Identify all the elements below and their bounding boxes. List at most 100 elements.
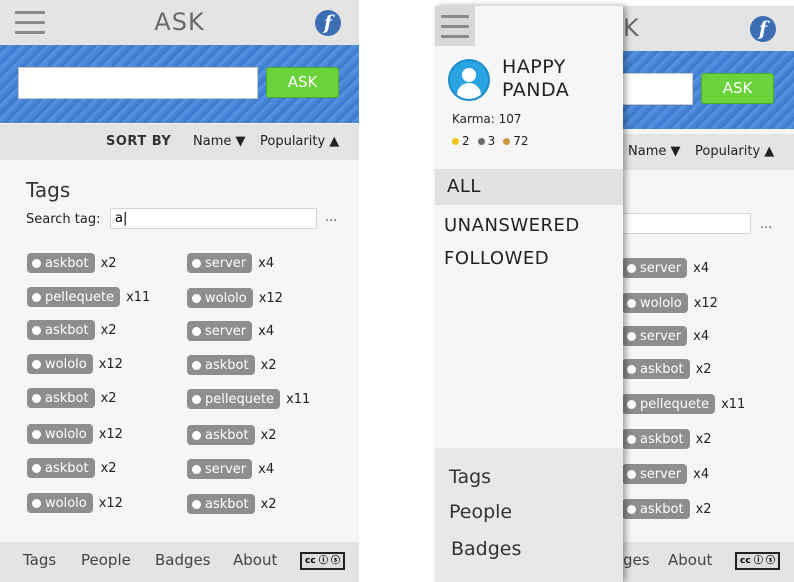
drawer-badges-link[interactable]: Badges (451, 538, 521, 560)
tag-name: askbot (45, 255, 89, 271)
sort-label: SORT BY (106, 134, 172, 149)
tag-chip[interactable]: pellequete (27, 287, 121, 307)
drawer-tags-link[interactable]: Tags (449, 466, 491, 488)
tag-count: x2 (695, 361, 712, 377)
avatar[interactable] (448, 59, 490, 101)
search-tag-label: Search tag: (26, 212, 101, 227)
search-tag-input[interactable] (110, 208, 317, 229)
tag-name: askbot (205, 496, 249, 512)
tag-dot-icon (32, 258, 41, 268)
filter-followed[interactable]: FOLLOWED (435, 243, 623, 275)
ask-band: ASK (0, 45, 359, 123)
ask-button[interactable]: ASK (701, 73, 774, 104)
user-name[interactable]: HAPPY PANDA (502, 56, 612, 102)
ask-input[interactable] (18, 67, 258, 99)
tag-chip[interactable]: wololo (622, 293, 688, 313)
tag-dot-icon (627, 469, 636, 479)
tag-name: askbot (45, 390, 89, 406)
tag-item: wololo x12 (27, 354, 123, 374)
tag-chip[interactable]: askbot (27, 320, 95, 340)
tag-chip[interactable]: server (187, 321, 253, 341)
tag-count: x12 (98, 356, 123, 372)
tag-dot-icon (32, 393, 41, 403)
tag-dot-icon (192, 293, 201, 303)
tag-chip[interactable]: server (622, 326, 688, 346)
tag-dot-icon (627, 399, 636, 409)
tag-chip[interactable]: askbot (27, 388, 95, 408)
footer-badges-link[interactable]: Badges (155, 551, 211, 569)
tag-chip[interactable]: server (187, 459, 253, 479)
gold-badge-count: 2 (452, 134, 470, 148)
tag-chip[interactable]: pellequete (622, 394, 716, 414)
top-bar: ASK f (0, 0, 359, 45)
fedora-logo-icon[interactable]: f (750, 16, 776, 42)
tag-dot-icon (32, 325, 41, 335)
footer-about-link[interactable]: About (233, 551, 277, 569)
license-badge-icon[interactable]: cc ⓘ ⓢ (735, 552, 780, 570)
tag-name: askbot (640, 361, 684, 377)
tag-item: wololo x12 (622, 293, 718, 313)
tag-item: askbot x2 (622, 499, 712, 519)
sort-bar: SORT BY Name ▼ Popularity ▲ (0, 124, 359, 160)
tag-count: x4 (693, 466, 710, 482)
tag-name: askbot (640, 431, 684, 447)
tag-count: x2 (260, 357, 277, 373)
tag-chip[interactable]: server (622, 464, 688, 484)
tag-chip[interactable]: server (622, 258, 688, 278)
sort-by-name-button[interactable]: Name ▼ (628, 144, 680, 159)
tag-chip[interactable]: askbot (27, 458, 95, 478)
app-title: ASK (154, 8, 205, 36)
tag-chip[interactable]: wololo (187, 288, 253, 308)
tag-name: wololo (45, 356, 87, 372)
tag-count: x11 (126, 289, 151, 305)
license-badge-icon[interactable]: cc ⓘ ⓢ (300, 552, 345, 570)
footer-about-link[interactable]: About (668, 551, 712, 569)
silver-badge-count: 3 (477, 134, 495, 148)
tag-chip[interactable]: askbot (622, 359, 690, 379)
footer-tags-link[interactable]: Tags (23, 551, 56, 569)
more-options-button[interactable]: ... (325, 210, 337, 225)
tag-chip[interactable]: askbot (187, 355, 255, 375)
page-title: Tags (26, 178, 71, 202)
footer-badges-link[interactable]: ges (623, 551, 650, 569)
tag-chip[interactable]: pellequete (187, 389, 281, 409)
tag-chip[interactable]: askbot (622, 499, 690, 519)
tag-count: x12 (258, 290, 283, 306)
tag-count: x4 (693, 328, 710, 344)
tag-dot-icon (32, 498, 41, 508)
sort-by-popularity-button[interactable]: Popularity ▲ (695, 144, 774, 159)
tag-name: wololo (45, 426, 87, 442)
tag-item: server x4 (187, 321, 274, 341)
tag-chip[interactable]: wololo (27, 424, 93, 444)
tag-dot-icon (192, 360, 201, 370)
filter-unanswered[interactable]: UNANSWERED (435, 210, 623, 242)
sort-by-popularity-button[interactable]: Popularity ▲ (260, 134, 339, 149)
footer: Tags People Badges About cc ⓘ ⓢ (0, 542, 359, 582)
tag-chip[interactable]: server (187, 253, 253, 273)
tag-count: x4 (258, 461, 275, 477)
footer-people-link[interactable]: People (81, 551, 131, 569)
more-options-button[interactable]: ... (760, 217, 772, 232)
tag-name: wololo (640, 295, 682, 311)
tag-dot-icon (192, 258, 201, 268)
tag-chip[interactable]: wololo (27, 493, 93, 513)
tag-name: server (205, 461, 247, 477)
tag-name: server (205, 255, 247, 271)
fedora-logo-icon[interactable]: f (315, 10, 341, 36)
tag-chip[interactable]: askbot (187, 425, 255, 445)
tag-chip[interactable]: wololo (27, 354, 93, 374)
filter-all[interactable]: ALL (435, 169, 623, 205)
sort-by-name-button[interactable]: Name ▼ (193, 134, 245, 149)
tag-name: askbot (640, 501, 684, 517)
tag-chip[interactable]: askbot (622, 429, 690, 449)
tag-item: server x4 (187, 459, 274, 479)
tag-name: askbot (45, 460, 89, 476)
ask-button[interactable]: ASK (266, 67, 339, 98)
tag-item: server x4 (187, 253, 274, 273)
tag-chip[interactable]: askbot (27, 253, 95, 273)
tag-dot-icon (627, 364, 636, 374)
drawer-people-link[interactable]: People (449, 501, 512, 523)
menu-icon[interactable] (435, 6, 475, 46)
tag-chip[interactable]: askbot (187, 494, 255, 514)
tag-dot-icon (627, 434, 636, 444)
